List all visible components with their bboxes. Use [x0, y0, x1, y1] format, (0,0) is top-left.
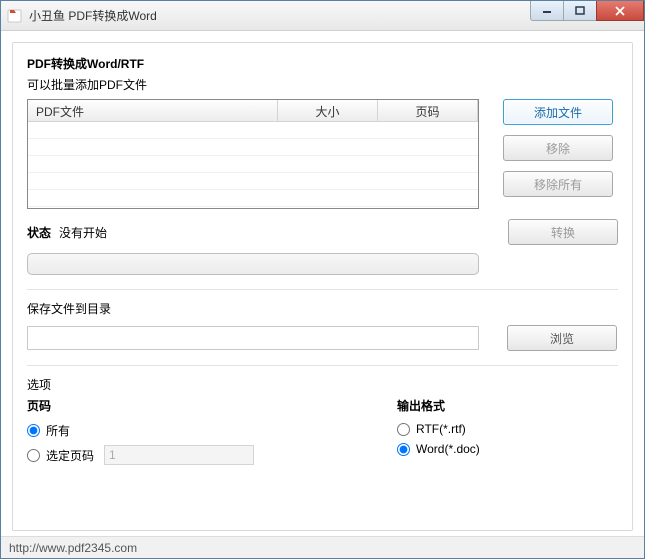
col-header-file[interactable]: PDF文件: [28, 100, 278, 121]
col-header-size[interactable]: 大小: [278, 100, 378, 121]
status-bar: http://www.pdf2345.com: [1, 536, 644, 558]
radio-selected-pages[interactable]: 选定页码: [27, 445, 327, 465]
file-table: PDF文件 大小 页码: [27, 99, 479, 209]
divider: [27, 365, 618, 366]
options-heading: 选项: [27, 376, 618, 393]
radio-format-rtf-label: RTF(*.rtf): [416, 422, 466, 436]
remove-all-button[interactable]: 移除所有: [503, 171, 613, 197]
table-row: [28, 139, 478, 156]
table-row: [28, 173, 478, 190]
status-label: 状态: [27, 224, 51, 241]
window-controls: [531, 1, 644, 21]
radio-format-word[interactable]: Word(*.doc): [397, 442, 480, 456]
add-file-button[interactable]: 添加文件: [503, 99, 613, 125]
remove-button[interactable]: 移除: [503, 135, 613, 161]
format-label: 输出格式: [397, 397, 480, 414]
file-table-body[interactable]: [28, 122, 478, 208]
save-label: 保存文件到目录: [27, 300, 618, 317]
radio-format-word-input[interactable]: [397, 443, 410, 456]
status-value: 没有开始: [59, 224, 107, 241]
table-row: [28, 190, 478, 207]
progress-bar: [27, 253, 479, 275]
footer-url: http://www.pdf2345.com: [9, 541, 137, 555]
selected-pages-input: [104, 445, 254, 465]
file-table-header: PDF文件 大小 页码: [28, 100, 478, 122]
radio-format-rtf[interactable]: RTF(*.rtf): [397, 422, 480, 436]
table-row: [28, 122, 478, 139]
radio-all-pages-label: 所有: [46, 422, 70, 439]
radio-selected-pages-label: 选定页码: [46, 447, 94, 464]
divider: [27, 289, 618, 290]
section-heading: PDF转换成Word/RTF: [27, 55, 618, 72]
app-icon: [7, 8, 23, 24]
radio-all-pages[interactable]: 所有: [27, 422, 327, 439]
main-panel: PDF转换成Word/RTF 可以批量添加PDF文件 PDF文件 大小 页码: [12, 42, 633, 531]
close-button[interactable]: [596, 1, 644, 21]
convert-button[interactable]: 转换: [508, 219, 618, 245]
radio-format-rtf-input[interactable]: [397, 423, 410, 436]
pages-label: 页码: [27, 397, 327, 414]
maximize-button[interactable]: [563, 1, 597, 21]
browse-button[interactable]: 浏览: [507, 325, 617, 351]
radio-selected-pages-input[interactable]: [27, 449, 40, 462]
minimize-button[interactable]: [530, 1, 564, 21]
radio-format-word-label: Word(*.doc): [416, 442, 480, 456]
window-title: 小丑鱼 PDF转换成Word: [29, 7, 157, 24]
section-subheading: 可以批量添加PDF文件: [27, 76, 618, 93]
radio-all-pages-input[interactable]: [27, 424, 40, 437]
title-bar: 小丑鱼 PDF转换成Word: [1, 1, 644, 31]
save-path-input[interactable]: [27, 326, 479, 350]
table-row: [28, 156, 478, 173]
col-header-page[interactable]: 页码: [378, 100, 478, 121]
